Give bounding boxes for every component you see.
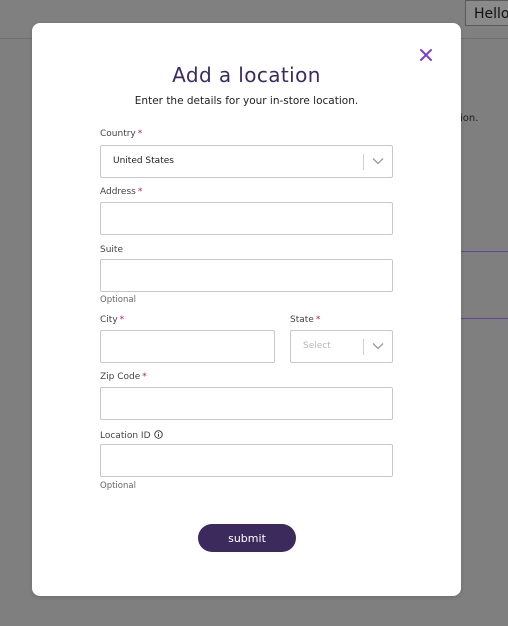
- address-label: Address *: [100, 187, 142, 197]
- modal-subtitle: Enter the details for your in-store loca…: [134, 95, 359, 107]
- select-separator: [363, 339, 364, 355]
- chevron-down-icon[interactable]: [372, 157, 384, 165]
- state-select[interactable]: Select: [290, 330, 393, 363]
- state-label-text: State: [290, 315, 314, 325]
- address-field[interactable]: [100, 202, 393, 235]
- background-divider: [460, 251, 508, 252]
- location-id-hint: Optional: [100, 481, 136, 491]
- location-id-input[interactable]: [101, 445, 392, 476]
- zip-input[interactable]: [101, 388, 392, 419]
- country-select-value: United States: [113, 156, 174, 166]
- country-label-text: Country: [100, 129, 136, 139]
- suite-label: Suite: [100, 245, 123, 255]
- country-label: Country *: [100, 129, 142, 139]
- required-marker: *: [142, 372, 147, 382]
- zip-label-text: Zip Code: [100, 372, 141, 382]
- address-label-text: Address: [100, 187, 136, 197]
- required-marker: *: [119, 315, 125, 325]
- chevron-down-icon[interactable]: [372, 342, 384, 350]
- location-id-field[interactable]: [100, 444, 393, 477]
- address-input[interactable]: [101, 203, 392, 234]
- required-marker: *: [137, 129, 143, 139]
- select-separator: [363, 154, 364, 170]
- city-label: City *: [100, 315, 124, 325]
- background-divider: [460, 318, 508, 319]
- zip-field[interactable]: [100, 387, 393, 420]
- location-id-label-text: Location ID: [100, 431, 151, 441]
- city-field[interactable]: [100, 330, 275, 363]
- city-input[interactable]: [101, 331, 274, 362]
- country-select[interactable]: United States: [100, 145, 393, 178]
- state-select-placeholder: Select: [303, 341, 331, 351]
- submit-button[interactable]: submit: [198, 524, 296, 552]
- background-hello-button[interactable]: Hello: [465, 0, 508, 26]
- required-marker: *: [315, 315, 321, 325]
- location-id-label: Location ID: [100, 430, 163, 441]
- required-marker: *: [137, 187, 143, 197]
- add-location-modal: Add a location Enter the details for you…: [32, 23, 461, 596]
- suite-hint: Optional: [100, 295, 136, 305]
- zip-label: Zip Code *: [100, 372, 147, 382]
- info-icon[interactable]: [153, 430, 163, 439]
- close-icon[interactable]: [418, 47, 434, 63]
- suite-input[interactable]: [101, 260, 392, 291]
- city-label-text: City: [100, 315, 118, 325]
- state-label: State *: [290, 315, 320, 325]
- modal-title: Add a location: [172, 63, 321, 87]
- suite-field[interactable]: [100, 259, 393, 292]
- background-partial-text: ion.: [460, 113, 479, 124]
